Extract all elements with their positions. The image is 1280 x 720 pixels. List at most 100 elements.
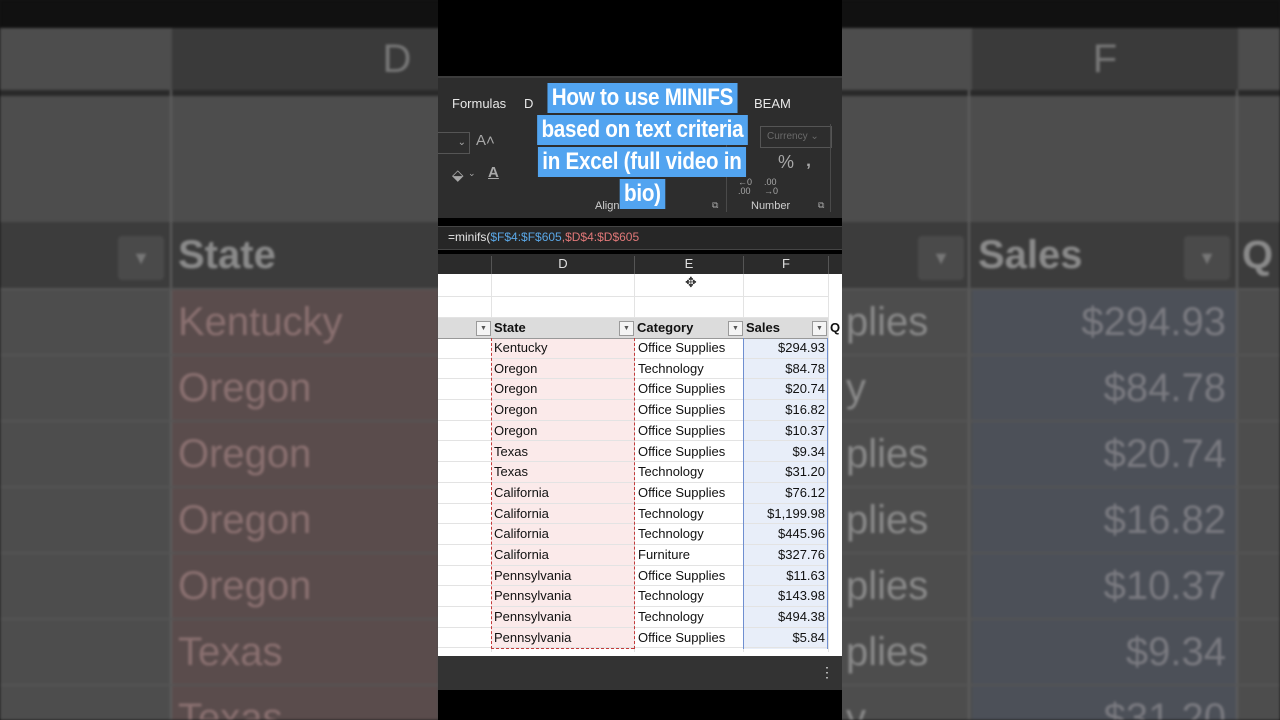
bg-cell-sales: $16.82 [1103,498,1226,542]
number-format-dropdown[interactable]: Currency ⌄ [760,126,832,148]
filter-dropdown-icon[interactable]: ▼ [619,321,634,336]
video-caption: How to use MINIFS based on text criteria… [516,82,768,210]
table-row[interactable]: Pennsylvania Office Supplies $5.84 [438,628,828,649]
cell-state[interactable]: Pennsylvania [494,566,571,587]
cell-sales[interactable]: $31.20 [744,462,825,483]
cell-category[interactable]: Furniture [638,545,690,566]
cell-state[interactable]: Oregon [494,400,537,421]
table-row[interactable]: Pennsylvania Office Supplies $11.63 [438,566,828,587]
formula-text[interactable]: =minifs($F$4:$F$605,$D$4:$D$605 [448,230,639,244]
cell-sales[interactable]: $1,199.98 [744,504,825,525]
cell-sales[interactable]: $9.34 [744,442,825,463]
cell-state[interactable]: Kentucky [494,338,547,359]
cell-category[interactable]: Office Supplies [638,379,725,400]
cell-category[interactable]: Office Supplies [638,421,725,442]
cell-category[interactable]: Office Supplies [638,566,725,587]
spreadsheet-grid[interactable]: ✥ ▼ State ▼ Category ▼ Sales ▼ Q Kentuck… [438,274,842,656]
font-color-icon[interactable]: A [488,164,499,181]
bg-cell-sales: $20.74 [1103,432,1226,476]
cell-sales[interactable]: $5.84 [744,628,825,649]
table-row[interactable]: Texas Office Supplies $9.34 [438,442,828,463]
column-header-e[interactable]: E [635,254,743,274]
cell-state[interactable]: California [494,524,549,545]
percent-style-button[interactable]: % [778,152,794,173]
range-border [743,338,744,649]
cell-category[interactable]: Office Supplies [638,483,725,504]
table-row[interactable]: California Office Supplies $76.12 [438,483,828,504]
bg-cell-state: Oregon [178,432,312,476]
filter-dropdown-icon[interactable]: ▼ [812,321,827,336]
cell-category[interactable]: Technology [638,504,704,525]
table-row[interactable]: California Technology $445.96 [438,524,828,545]
range-border [827,338,828,649]
cell-sales[interactable]: $20.74 [744,379,825,400]
table-row[interactable]: California Furniture $327.76 [438,545,828,566]
cell-category[interactable]: Technology [638,607,704,628]
cell-state[interactable]: Oregon [494,379,537,400]
bg-cell-state: Oregon [178,564,312,608]
cell-sales[interactable]: $84.78 [744,359,825,380]
cell-sales[interactable]: $294.93 [744,338,825,359]
header-category: Category [637,320,694,335]
bg-col-header-f: F [972,28,1238,90]
table-row[interactable]: Oregon Technology $84.78 [438,359,828,380]
fill-color-icon[interactable]: ⬙ [452,166,464,184]
cell-state[interactable]: Pennsylvania [494,628,571,649]
cell-state[interactable]: Pennsylvania [494,586,571,607]
caption-line: based on text criteria [536,115,748,145]
cell-state[interactable]: California [494,483,549,504]
dialog-launcher-icon[interactable]: ⧉ [818,200,824,211]
cell-category[interactable]: Office Supplies [638,628,725,649]
cell-category[interactable]: Technology [638,359,704,380]
table-row[interactable]: Oregon Office Supplies $20.74 [438,379,828,401]
cell-category[interactable]: Office Supplies [638,442,725,463]
column-header-f[interactable]: F [744,254,828,274]
bg-cell-category: plies [846,498,929,542]
filter-dropdown-icon[interactable]: ▼ [728,321,743,336]
cell-sales[interactable]: $11.63 [744,566,825,587]
table-row[interactable]: Pennsylvania Technology $143.98 [438,586,828,608]
cell-state[interactable]: California [494,545,549,566]
bg-cell-state: Oregon [178,366,312,410]
tab-formulas[interactable]: Formulas [452,96,506,111]
cell-sales[interactable]: $16.82 [744,400,825,421]
more-options-icon[interactable]: ⋮ [820,664,834,681]
cell-state[interactable]: Oregon [494,421,537,442]
cell-category[interactable]: Technology [638,462,704,483]
cell-state[interactable]: Texas [494,462,528,483]
table-row[interactable]: Oregon Office Supplies $16.82 [438,400,828,421]
filter-dropdown-icon[interactable]: ▼ [476,321,491,336]
formula-arg-criteria-range: $D$4:$D$605 [565,230,640,244]
number-format-value: Currency [767,131,808,142]
cell-sales[interactable]: $143.98 [744,586,825,607]
table-row[interactable]: Pennsylvania Technology $494.38 [438,607,828,628]
cell-sales[interactable]: $10.37 [744,421,825,442]
cell-category[interactable]: Technology [638,524,704,545]
font-increase-button[interactable]: A˄ [476,132,495,149]
cell-sales[interactable]: $76.12 [744,483,825,504]
column-header-d[interactable]: D [492,254,634,274]
cell-sales[interactable]: $327.76 [744,545,825,566]
caption-line: in Excel (full video in [538,147,746,177]
formula-bar[interactable]: =minifs($F$4:$F$605,$D$4:$D$605 [438,226,842,250]
table-row[interactable]: Oregon Office Supplies $10.37 [438,421,828,442]
cell-category[interactable]: Office Supplies [638,338,725,359]
cell-category[interactable]: Office Supplies [638,400,725,421]
table-row[interactable]: California Technology $1,199.98 [438,504,828,525]
table-row[interactable]: Texas Technology $31.20 [438,462,828,483]
font-size-dropdown[interactable]: ⌄ [438,132,470,154]
sheet-status-bar: ⋮ [438,656,842,690]
cell-sales[interactable]: $494.38 [744,607,825,628]
formula-arg-min-range: $F$4:$F$605 [490,230,562,244]
cell-category[interactable]: Technology [638,586,704,607]
cell-sales[interactable]: $445.96 [744,524,825,545]
chevron-down-icon[interactable]: ⌄ [468,168,476,179]
cell-state[interactable]: Pennsylvania [494,607,571,628]
cell-state[interactable]: Texas [494,442,528,463]
comma-style-button[interactable]: ‚ [806,150,811,171]
table-row[interactable]: Kentucky Office Supplies $294.93 [438,338,828,359]
caption-line: How to use MINIFS [547,83,737,113]
cell-state[interactable]: Oregon [494,359,537,380]
cell-cursor-icon: ✥ [685,274,697,290]
cell-state[interactable]: California [494,504,549,525]
